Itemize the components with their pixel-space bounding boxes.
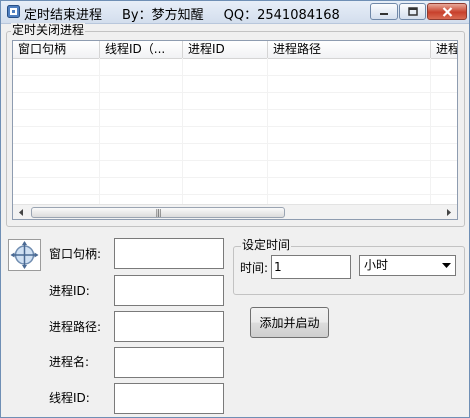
maximize-icon <box>407 7 418 16</box>
grid-line <box>13 126 457 127</box>
process-id-field[interactable] <box>114 275 224 306</box>
app-icon <box>7 5 20 18</box>
grid-line <box>13 92 457 93</box>
process-name-field[interactable] <box>114 347 224 378</box>
scroll-right-icon <box>447 209 451 216</box>
process-path-label: 进程路径: <box>49 320 102 334</box>
grid-line <box>13 109 457 110</box>
grid-line <box>267 58 268 204</box>
process-path-field[interactable] <box>114 311 224 342</box>
grid-line <box>99 58 100 204</box>
add-and-start-button[interactable]: 添加并启动 <box>250 307 329 338</box>
window-title-text: 定时结束进程 By：梦方知醒 QQ：2541084168 <box>24 4 340 23</box>
time-input[interactable]: 1 <box>271 255 351 279</box>
process-group-label: 定时关闭进程 <box>11 23 86 37</box>
scroll-right-button[interactable] <box>441 205 457 219</box>
time-unit-dropdown-button[interactable] <box>439 257 454 274</box>
list-header: 窗口句柄 线程ID（... 进程ID 进程路径 进程 <box>13 41 457 59</box>
chevron-down-icon <box>442 262 451 268</box>
title-bar[interactable]: 定时结束进程 By：梦方知醒 QQ：2541084168 <box>1 1 469 24</box>
grid-line <box>13 75 457 76</box>
window-handle-label: 窗口句柄: <box>49 247 102 261</box>
horizontal-scrollbar[interactable]: ||| <box>13 204 457 219</box>
scroll-left-icon <box>19 209 23 216</box>
time-label: 时间: <box>240 261 269 275</box>
minimize-button[interactable] <box>370 3 398 20</box>
process-list[interactable]: 窗口句柄 线程ID（... 进程ID 进程路径 进程 ||| <box>12 40 458 220</box>
grid-line <box>13 194 457 195</box>
minimize-icon <box>380 12 388 15</box>
time-unit-value: 小时 <box>364 258 389 272</box>
scroll-left-button[interactable] <box>13 205 29 219</box>
maximize-button[interactable] <box>399 3 426 20</box>
window-title: 定时结束进程 <box>24 8 103 23</box>
timer-group-label: 设定时间 <box>241 238 292 252</box>
column-header-window-handle[interactable]: 窗口句柄 <box>13 41 100 58</box>
column-header-process-id[interactable]: 进程ID <box>183 41 268 58</box>
column-header-process-path[interactable]: 进程路径 <box>268 41 431 58</box>
app-window: 定时结束进程 By：梦方知醒 QQ：2541084168 定时关闭进程 窗口句柄 线… <box>0 0 470 418</box>
window-finder-crosshair[interactable] <box>8 239 41 271</box>
process-name-label: 进程名: <box>49 355 90 369</box>
grid-line <box>182 58 183 204</box>
contact-text: QQ：2541084168 <box>223 8 340 23</box>
thread-id-label: 线程ID: <box>49 391 90 405</box>
add-and-start-label: 添加并启动 <box>259 316 320 330</box>
grid-line <box>13 160 457 161</box>
process-id-label: 进程ID: <box>49 284 90 298</box>
scroll-thumb[interactable]: ||| <box>31 207 285 218</box>
column-header-thread-id[interactable]: 线程ID（... <box>100 41 183 58</box>
crosshair-icon <box>10 241 39 269</box>
window-handle-field[interactable] <box>114 238 224 269</box>
grid-line <box>13 143 457 144</box>
column-header-process[interactable]: 进程 <box>431 41 457 58</box>
grid-line <box>430 58 431 204</box>
time-unit-select[interactable]: 小时 <box>359 255 456 276</box>
author-text: By：梦方知醒 <box>122 8 204 23</box>
grid-line <box>13 177 457 178</box>
thread-id-field[interactable] <box>114 383 224 414</box>
close-button[interactable] <box>427 3 467 20</box>
grip-icon: ||| <box>155 208 161 217</box>
close-icon <box>442 6 452 17</box>
